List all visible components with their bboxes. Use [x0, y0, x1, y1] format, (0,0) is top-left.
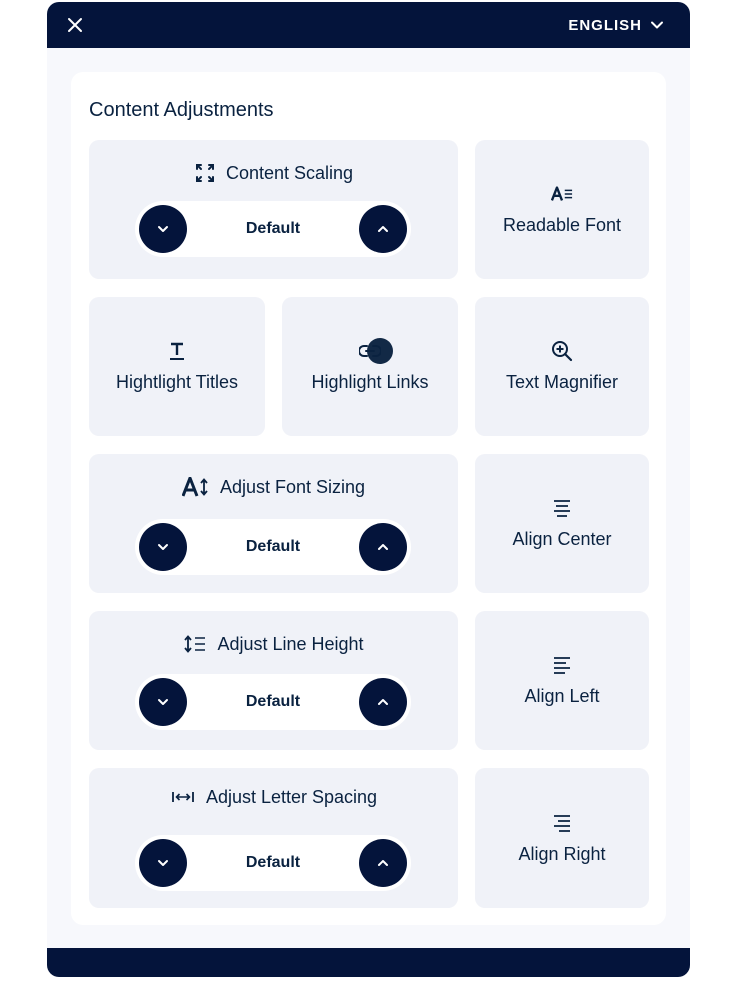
content-scaling-decrease-button[interactable]: [139, 205, 187, 253]
panel-footer: [47, 948, 690, 977]
line-height-increase-button[interactable]: [358, 678, 407, 726]
text-magnifier-tile[interactable]: Text Magnifier: [475, 297, 649, 436]
language-label: ENGLISH: [568, 16, 642, 34]
line-height-value: Default: [245, 693, 301, 710]
align-right-icon: [551, 812, 573, 834]
font-size-icon: [181, 476, 210, 498]
align-center-tile[interactable]: Align Center: [475, 454, 649, 593]
close-button[interactable]: [65, 15, 85, 35]
letter-spacing-stepper: Default: [135, 835, 411, 891]
content-scaling-tile: Content Scaling Default: [89, 140, 458, 279]
font-sizing-decrease-button[interactable]: [139, 523, 187, 571]
cursor-indicator: [367, 338, 393, 364]
readable-font-label: Readable Font: [502, 215, 622, 235]
align-right-tile[interactable]: Align Right: [475, 768, 649, 908]
zoom-in-icon: [551, 340, 573, 362]
panel-header: ENGLISH: [47, 2, 690, 48]
letter-spacing-label: Adjust Letter Spacing: [205, 786, 378, 807]
text-magnifier-label: Text Magnifier: [505, 372, 619, 392]
align-center-icon: [551, 497, 573, 519]
highlight-titles-label: Hightlight Titles: [115, 372, 239, 392]
highlight-links-label: Highlight Links: [311, 372, 429, 392]
chevron-down-icon: [651, 21, 663, 29]
letter-spacing-tile: Adjust Letter Spacing Default: [89, 768, 458, 908]
link-icon: [359, 338, 393, 364]
chevron-up-icon: [377, 226, 388, 232]
line-height-tile: Adjust Line Height Default: [89, 611, 458, 750]
line-height-stepper: Default: [135, 674, 411, 730]
content-scaling-value: Default: [245, 220, 301, 237]
font-sizing-stepper: Default: [135, 519, 411, 575]
chevron-up-icon: [377, 860, 388, 866]
font-sizing-value: Default: [245, 538, 301, 555]
chevron-down-icon: [158, 544, 168, 550]
align-center-label: Align Center: [512, 529, 612, 549]
line-height-decrease-button[interactable]: [139, 678, 187, 726]
font-sizing-increase-button[interactable]: [358, 523, 407, 571]
readable-font-tile[interactable]: Readable Font: [475, 140, 649, 279]
content-scaling-stepper: Default: [135, 201, 411, 257]
letter-spacing-icon: [170, 786, 196, 808]
expand-icon: [194, 162, 216, 184]
section-title: Content Adjustments: [89, 99, 274, 121]
chevron-down-icon: [158, 860, 168, 866]
letter-spacing-increase-button[interactable]: [358, 839, 407, 887]
font-sizing-tile: Adjust Font Sizing Default: [89, 454, 458, 593]
content-scaling-increase-button[interactable]: [358, 205, 407, 253]
letter-spacing-decrease-button[interactable]: [139, 839, 187, 887]
chevron-up-icon: [377, 699, 388, 705]
content-scaling-label: Content Scaling: [225, 162, 354, 183]
font-sizing-label: Adjust Font Sizing: [219, 476, 366, 497]
underline-title-icon: [166, 340, 188, 362]
language-selector[interactable]: ENGLISH: [568, 15, 664, 35]
align-left-icon: [551, 654, 573, 676]
letter-spacing-value: Default: [245, 854, 301, 871]
align-right-label: Align Right: [518, 843, 606, 864]
chevron-down-icon: [158, 226, 168, 232]
line-height-label: Adjust Line Height: [217, 633, 364, 654]
line-height-icon: [183, 633, 207, 655]
close-icon: [68, 18, 82, 32]
chevron-up-icon: [377, 544, 388, 550]
accessibility-panel: ENGLISH Content Adjustments Content Scal…: [47, 2, 690, 977]
highlight-links-tile[interactable]: Highlight Links: [282, 297, 458, 436]
highlight-titles-tile[interactable]: Hightlight Titles: [89, 297, 265, 436]
content-adjustments-card: Content Adjustments Content Scaling Defa…: [71, 72, 666, 925]
align-left-label: Align Left: [524, 686, 600, 706]
readable-font-icon: [551, 183, 573, 205]
align-left-tile[interactable]: Align Left: [475, 611, 649, 750]
chevron-down-icon: [158, 699, 168, 705]
